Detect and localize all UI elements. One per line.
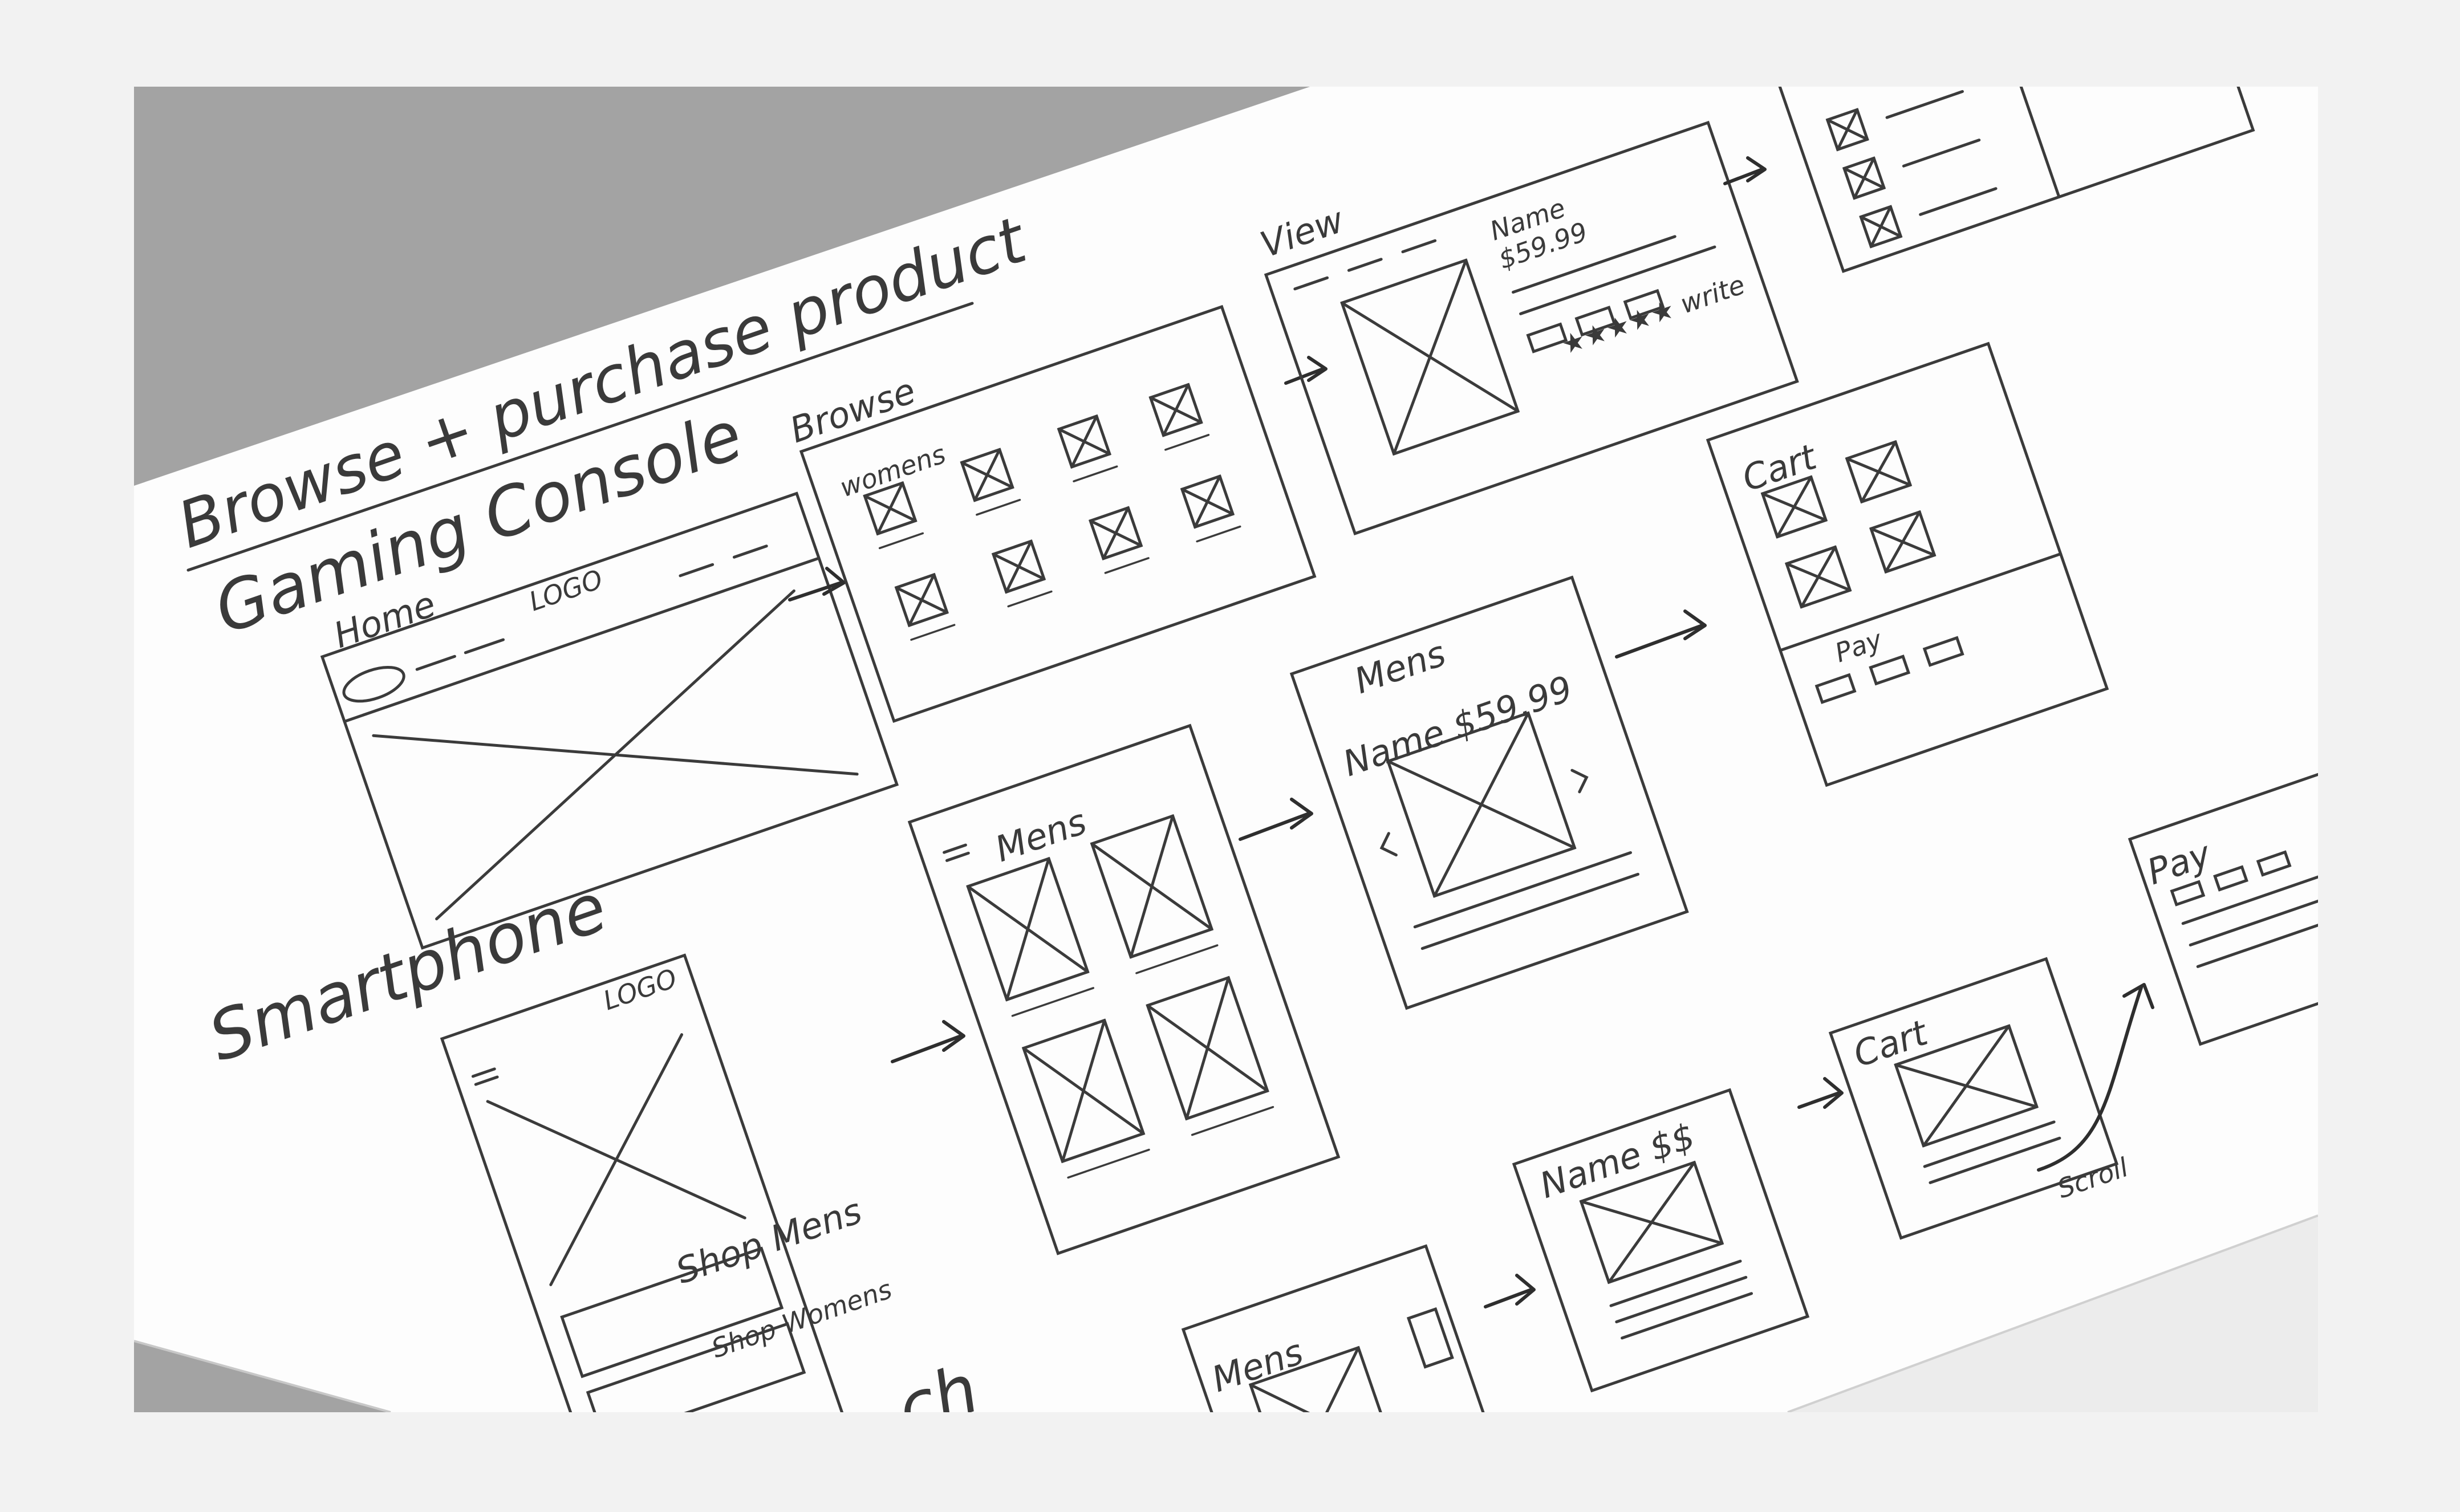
label-browse: Browse	[785, 369, 921, 451]
label-cart-1: Cart	[1737, 436, 1822, 500]
frame-pay-2	[2128, 770, 2318, 1046]
arrow-home-to-browse	[788, 567, 846, 601]
label-pay-2: Pay	[2142, 832, 2217, 893]
sketch-drawing: Browse + purchase product Gaming Console…	[169, 87, 2318, 1412]
scroll-gesture-arrow	[2037, 983, 2154, 1172]
sketch-photo: Browse + purchase product Gaming Console…	[134, 87, 2318, 1412]
button-shop-womens: Shop Womens	[708, 1274, 896, 1364]
label-mens-1: Mens	[1349, 632, 1451, 702]
section-smartphone: Smartphone	[199, 868, 616, 1077]
frame-browse	[799, 304, 1317, 723]
label-cart-2: Cart	[1848, 1011, 1934, 1076]
arrow-name-to-cart	[1797, 1077, 1844, 1109]
section-watch-partial: ...ch	[826, 1349, 988, 1412]
arrow-browse-to-view	[1284, 356, 1328, 385]
arrow-grid-to-detail	[1239, 798, 1313, 841]
button-shop-mens: Shop Mens	[671, 1190, 867, 1292]
arrow-detail-to-cart	[1615, 609, 1707, 659]
arrow-mens-to-name	[1484, 1274, 1536, 1308]
frame-phone-home	[440, 953, 845, 1412]
frame-mens-grid	[907, 724, 1341, 1255]
arrow-view-to-next	[1723, 156, 1767, 185]
frame-mens-detail	[1289, 575, 1689, 1010]
label-view: View	[1255, 199, 1349, 266]
frame-cart-1	[1706, 342, 2109, 787]
label-mens-2: Mens	[990, 800, 1091, 870]
frame-top-right-partial	[1771, 87, 2255, 273]
label-scroll: Scroll	[2053, 1152, 2132, 1205]
arrow-phone-to-mens	[891, 1020, 965, 1063]
label-womens: womens	[836, 438, 949, 503]
label-mens-3: Mens	[1207, 1331, 1308, 1400]
